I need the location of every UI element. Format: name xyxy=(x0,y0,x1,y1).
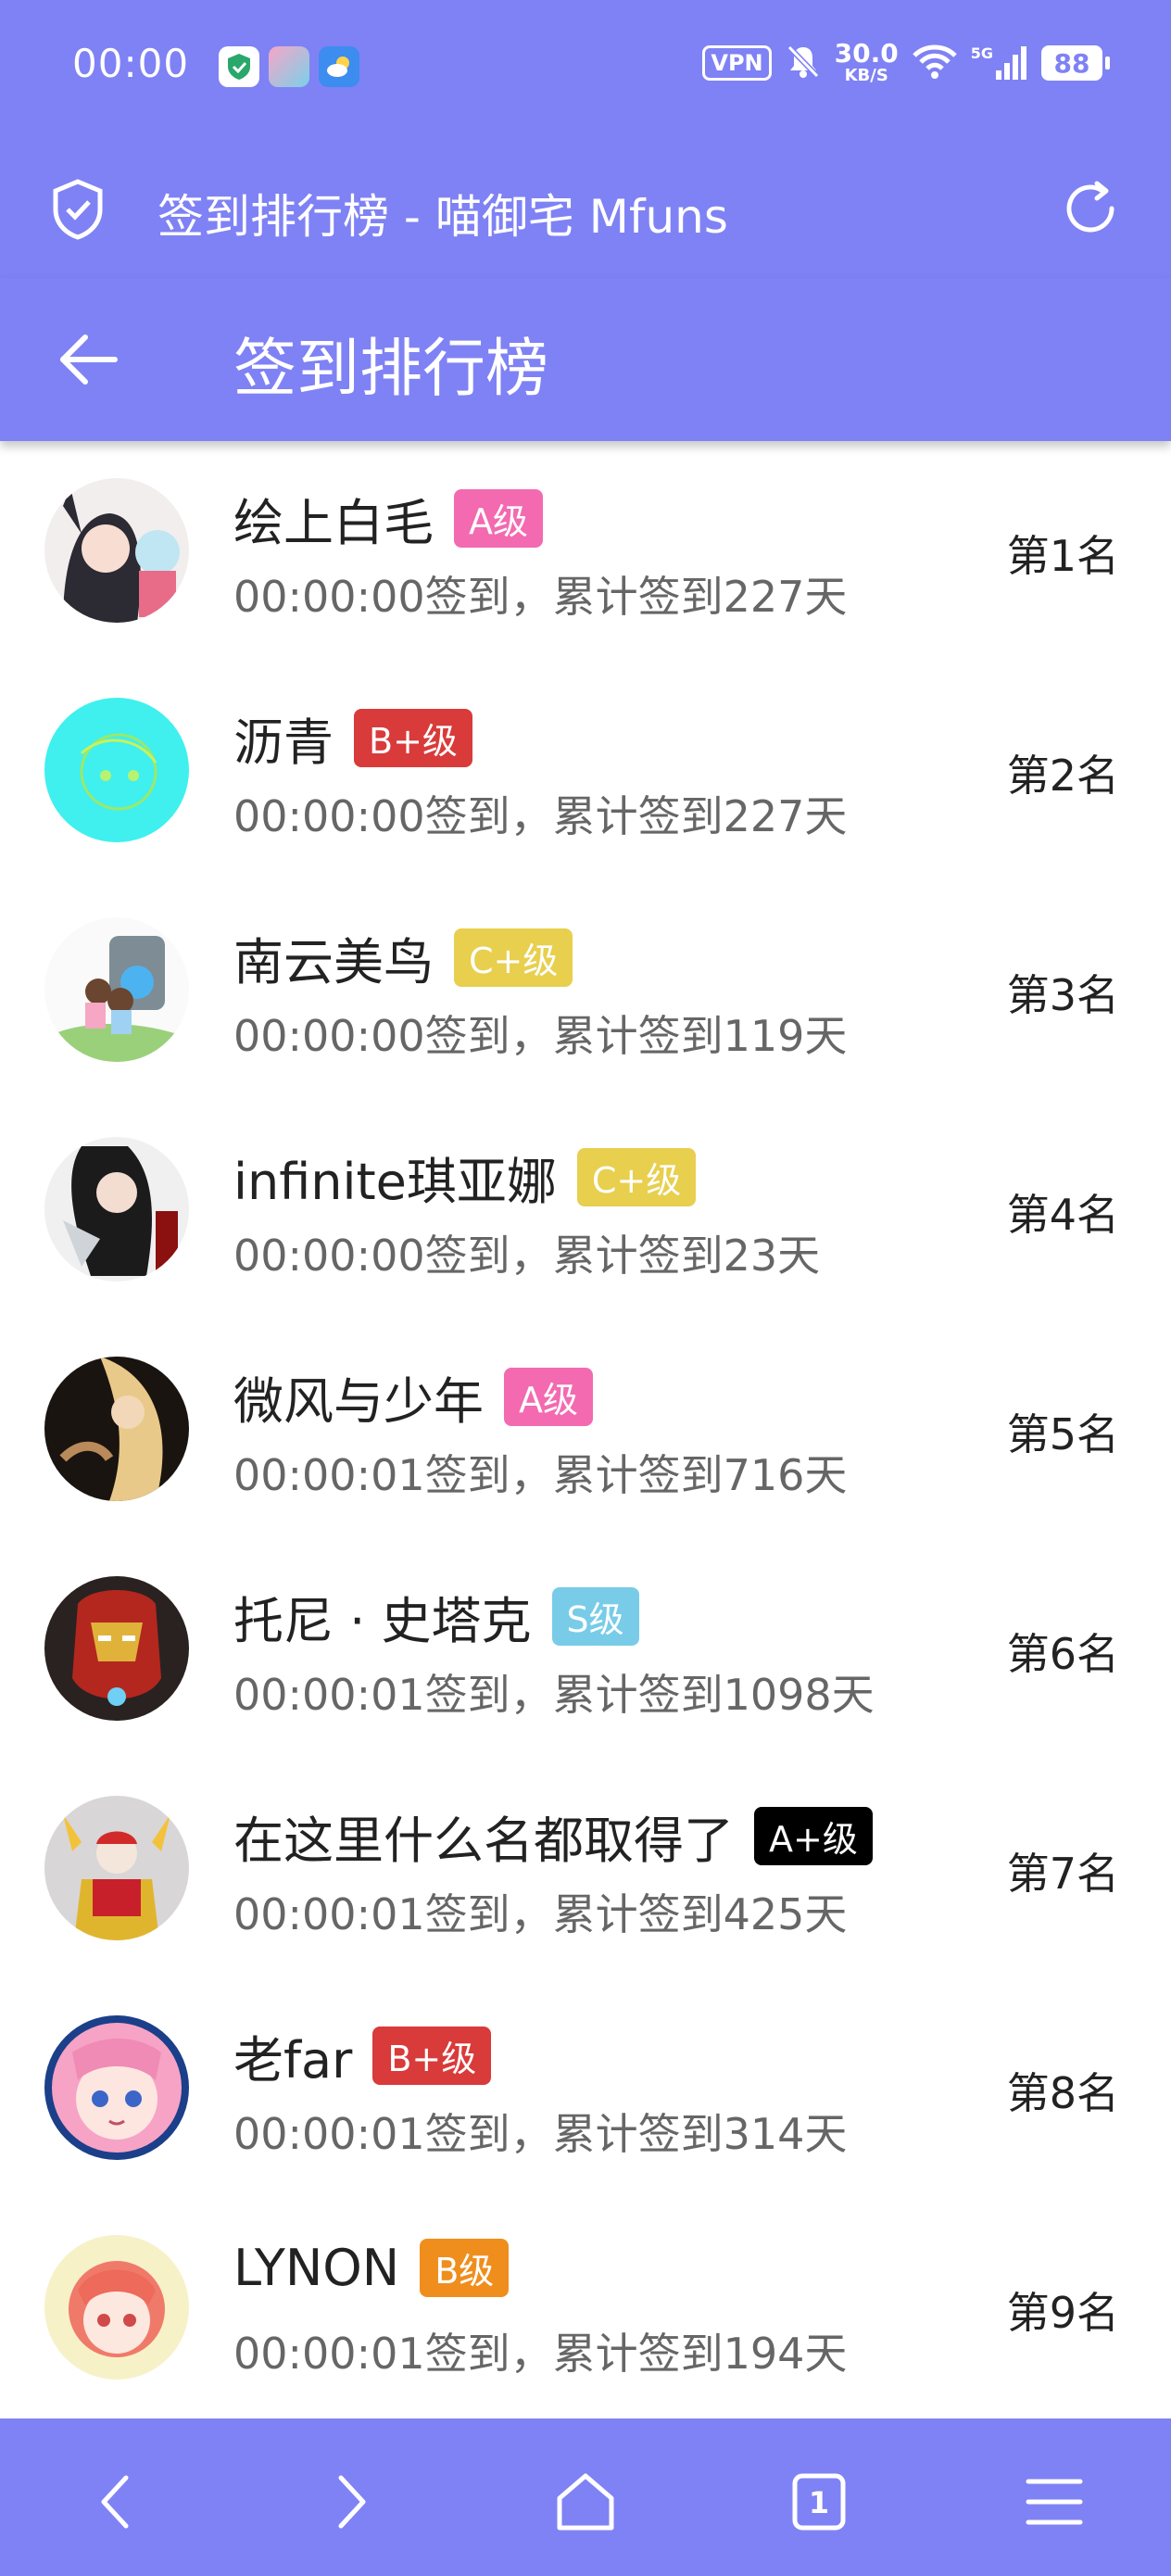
rank-label: 第5名 xyxy=(1006,1409,1119,1459)
checkin-info: 00:00:00签到，累计签到23天 xyxy=(233,1231,821,1281)
bottom-toolbar: 1 xyxy=(0,2418,1171,2576)
checkin-info: 00:00:00签到，累计签到227天 xyxy=(233,791,848,841)
name-line: 南云美鸟 C+级 xyxy=(233,921,573,994)
rank-label: 第2名 xyxy=(1006,751,1119,801)
cellular-signal-icon: 5G xyxy=(971,44,1028,82)
user-name[interactable]: 沥青 xyxy=(233,701,334,775)
avatar[interactable] xyxy=(44,698,189,842)
user-name[interactable]: 微风与少年 xyxy=(233,1360,484,1433)
checkin-info: 00:00:00签到，累计签到119天 xyxy=(233,1011,848,1061)
rank-label: 第3名 xyxy=(1006,970,1119,1020)
user-name[interactable]: infinite琪亚娜 xyxy=(233,1141,557,1214)
battery-icon: 88 xyxy=(1041,45,1110,81)
avatar[interactable] xyxy=(44,1576,189,1721)
level-badge: A级 xyxy=(454,489,543,548)
name-line: infinite琪亚娜 C+级 xyxy=(233,1141,697,1214)
rank-label: 第7名 xyxy=(1006,1849,1119,1899)
menu-icon[interactable] xyxy=(1017,2465,1091,2539)
shield-app-icon xyxy=(219,46,259,87)
list-item[interactable]: 南云美鸟 C+级 00:00:00签到，累计签到119天 第3名 xyxy=(0,880,1171,1100)
user-name[interactable]: 绘上白毛 xyxy=(233,482,434,555)
user-name[interactable]: 托尼 · 史塔克 xyxy=(233,1580,532,1653)
status-bar: 00:00 VPN 30.0 KB/S 5G 88 xyxy=(0,0,1171,139)
checkin-info: 00:00:01签到，累计签到716天 xyxy=(233,1450,848,1500)
checkin-info: 00:00:01签到，累计签到314天 xyxy=(233,2109,848,2159)
forward-chevron-icon[interactable] xyxy=(313,2465,387,2539)
user-name[interactable]: 在这里什么名都取得了 xyxy=(233,1799,734,1873)
status-indicators: VPN 30.0 KB/S 5G 88 xyxy=(702,41,1110,85)
name-line: 老far B+级 xyxy=(233,2019,492,2092)
wifi-icon xyxy=(912,43,958,83)
rank-label: 第8名 xyxy=(1006,2068,1119,2118)
level-badge: A+级 xyxy=(754,1807,873,1865)
avatar[interactable] xyxy=(44,1796,189,1940)
avatar[interactable] xyxy=(44,1137,189,1282)
name-line: 托尼 · 史塔克 S级 xyxy=(233,1580,639,1653)
checkin-info: 00:00:00签到，累计签到227天 xyxy=(233,572,848,622)
vpn-icon: VPN xyxy=(702,45,772,81)
avatar[interactable] xyxy=(44,1357,189,1501)
checkin-info: 00:00:01签到，累计签到425天 xyxy=(233,1889,848,1939)
name-line: 微风与少年 A级 xyxy=(233,1360,593,1433)
tabs-icon[interactable]: 1 xyxy=(782,2465,856,2539)
avatar[interactable] xyxy=(44,2235,189,2380)
checkin-info: 00:00:01签到，累计签到194天 xyxy=(233,2329,848,2379)
list-item[interactable]: 托尼 · 史塔克 S级 00:00:01签到，累计签到1098天 第6名 xyxy=(0,1539,1171,1759)
ranking-list: 绘上白毛 A级 00:00:00签到，累计签到227天 第1名 沥青 B+级 0… xyxy=(0,441,1171,2418)
refresh-icon[interactable] xyxy=(1060,178,1121,239)
name-line: 沥青 B+级 xyxy=(233,701,472,775)
network-type: 5G xyxy=(970,44,993,62)
level-badge: C+级 xyxy=(576,1148,697,1206)
user-name[interactable]: 南云美鸟 xyxy=(233,921,434,994)
list-item[interactable]: 绘上白毛 A级 00:00:00签到，累计签到227天 第1名 xyxy=(0,441,1171,661)
level-badge: B级 xyxy=(420,2239,510,2297)
avatar[interactable] xyxy=(44,478,189,623)
name-line: LYNON B级 xyxy=(233,2239,510,2297)
list-item[interactable]: LYNON B级 00:00:01签到，累计签到194天 第9名 xyxy=(0,2198,1171,2418)
mute-icon xyxy=(785,43,822,83)
level-badge: A级 xyxy=(504,1368,593,1426)
avatar[interactable] xyxy=(44,2015,189,2160)
list-item[interactable]: 在这里什么名都取得了 A+级 00:00:01签到，累计签到425天 第7名 xyxy=(0,1759,1171,1978)
network-speed-unit: KB/S xyxy=(844,66,888,85)
name-line: 绘上白毛 A级 xyxy=(233,482,543,555)
list-item[interactable]: 沥青 B+级 00:00:00签到，累计签到227天 第2名 xyxy=(0,661,1171,880)
avatar[interactable] xyxy=(44,917,189,1062)
list-item[interactable]: 微风与少年 A级 00:00:01签到，累计签到716天 第5名 xyxy=(0,1320,1171,1539)
site-security-icon[interactable] xyxy=(50,178,106,241)
name-line: 在这里什么名都取得了 A+级 xyxy=(233,1799,873,1873)
browser-title-bar: 签到排行榜 - 喵御宅 Mfuns xyxy=(0,139,1171,278)
rank-label: 第6名 xyxy=(1006,1629,1119,1679)
rank-label: 第9名 xyxy=(1006,2288,1119,2338)
back-chevron-icon[interactable] xyxy=(80,2465,154,2539)
list-item[interactable]: 老far B+级 00:00:01签到，累计签到314天 第8名 xyxy=(0,1978,1171,2198)
page-header: 签到排行榜 xyxy=(0,278,1171,441)
page-title-url[interactable]: 签到排行榜 - 喵御宅 Mfuns xyxy=(157,180,728,246)
checkin-info: 00:00:01签到，累计签到1098天 xyxy=(233,1670,875,1720)
back-arrow-icon[interactable] xyxy=(57,332,120,387)
level-badge: C+级 xyxy=(454,928,573,987)
level-badge: B+级 xyxy=(354,709,472,767)
rank-label: 第1名 xyxy=(1006,531,1119,581)
user-name[interactable]: LYNON xyxy=(233,2239,399,2297)
list-item[interactable]: infinite琪亚娜 C+级 00:00:00签到，累计签到23天 第4名 xyxy=(0,1100,1171,1320)
tab-count: 1 xyxy=(809,2485,829,2520)
home-icon[interactable] xyxy=(548,2465,623,2539)
rank-label: 第4名 xyxy=(1006,1190,1119,1240)
level-badge: B+级 xyxy=(372,2027,492,2085)
notification-icons xyxy=(219,46,359,87)
network-speed: 30.0 KB/S xyxy=(835,41,899,85)
anime-app-icon xyxy=(269,46,309,87)
user-name[interactable]: 老far xyxy=(233,2019,352,2092)
page-title: 签到排行榜 xyxy=(233,333,549,406)
weather-app-icon xyxy=(319,46,359,87)
network-speed-value: 30.0 xyxy=(834,38,899,69)
level-badge: S级 xyxy=(551,1587,639,1646)
status-time: 00:00 xyxy=(72,41,190,86)
